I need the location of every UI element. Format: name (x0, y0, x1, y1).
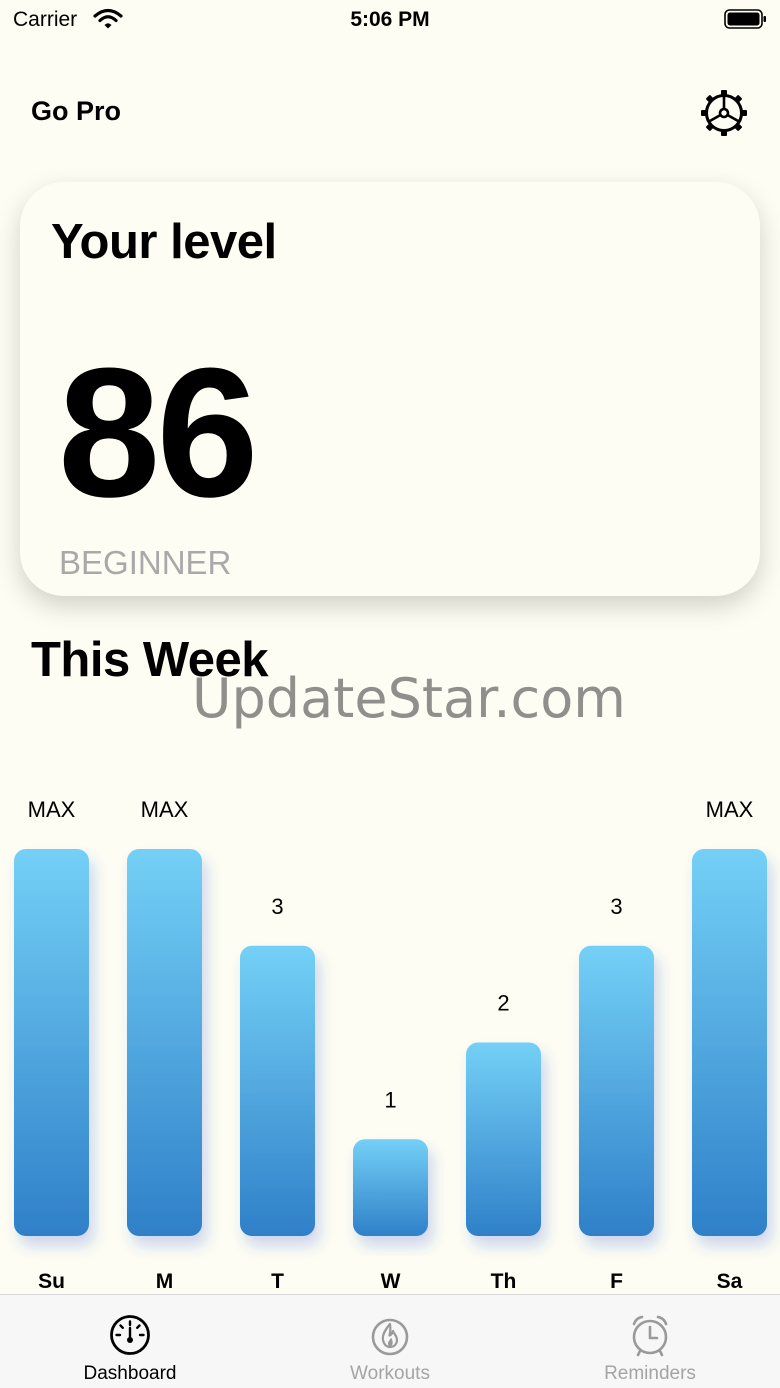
day-label: Su (38, 1270, 65, 1293)
tab-bar: Dashboard Workouts Reminders (0, 1294, 780, 1388)
bar-value-label: MAX (28, 797, 76, 822)
chart-bar (692, 849, 767, 1236)
level-rank: BEGINNER (59, 544, 232, 581)
tab-dashboard[interactable]: Dashboard (0, 1295, 260, 1388)
level-value: 86 (58, 329, 259, 535)
day-label: T (271, 1270, 284, 1293)
chart-bar (466, 1042, 541, 1236)
chart-bar (127, 849, 202, 1236)
bar-value-label: 1 (384, 1087, 396, 1112)
tab-workouts[interactable]: Workouts (260, 1295, 520, 1388)
tab-reminders[interactable]: Reminders (520, 1295, 780, 1388)
chart-bar (579, 945, 654, 1236)
bar-value-label: 3 (610, 894, 622, 919)
day-label: Sa (717, 1270, 743, 1293)
level-title: Your level (51, 215, 277, 269)
weekly-bar-chart: MAX Su MAX M 3 T 1 W 2 Th 3 F MAX Sa (14, 797, 767, 1293)
status-bar: Carrier 5:06 PM (0, 0, 780, 42)
bar-value-label: 3 (271, 894, 283, 919)
day-label: F (610, 1270, 623, 1293)
tab-reminders-label: Reminders (604, 1363, 696, 1384)
clock: 5:06 PM (350, 8, 430, 31)
bar-value-label: 2 (497, 991, 509, 1016)
bar-value-label: MAX (141, 797, 189, 822)
go-pro-button[interactable]: Go Pro (31, 96, 121, 127)
watermark: UpdateStar.com (192, 667, 626, 730)
tab-dashboard-label: Dashboard (83, 1363, 177, 1384)
gear-icon (700, 90, 748, 141)
chart-bar (14, 849, 89, 1236)
day-label: M (156, 1270, 174, 1293)
battery-icon (724, 8, 768, 35)
chart-bar (353, 1139, 428, 1236)
chart-bar (240, 945, 315, 1236)
level-card: Your level 86 BEGINNER (20, 182, 760, 596)
day-label: Th (491, 1270, 517, 1293)
bar-value-label: MAX (706, 797, 754, 822)
alarm-clock-icon (632, 1315, 668, 1357)
tab-workouts-label: Workouts (350, 1363, 430, 1384)
settings-button[interactable] (700, 89, 748, 142)
flame-icon (371, 1318, 409, 1356)
gauge-icon (110, 1315, 150, 1355)
day-label: W (381, 1270, 401, 1293)
